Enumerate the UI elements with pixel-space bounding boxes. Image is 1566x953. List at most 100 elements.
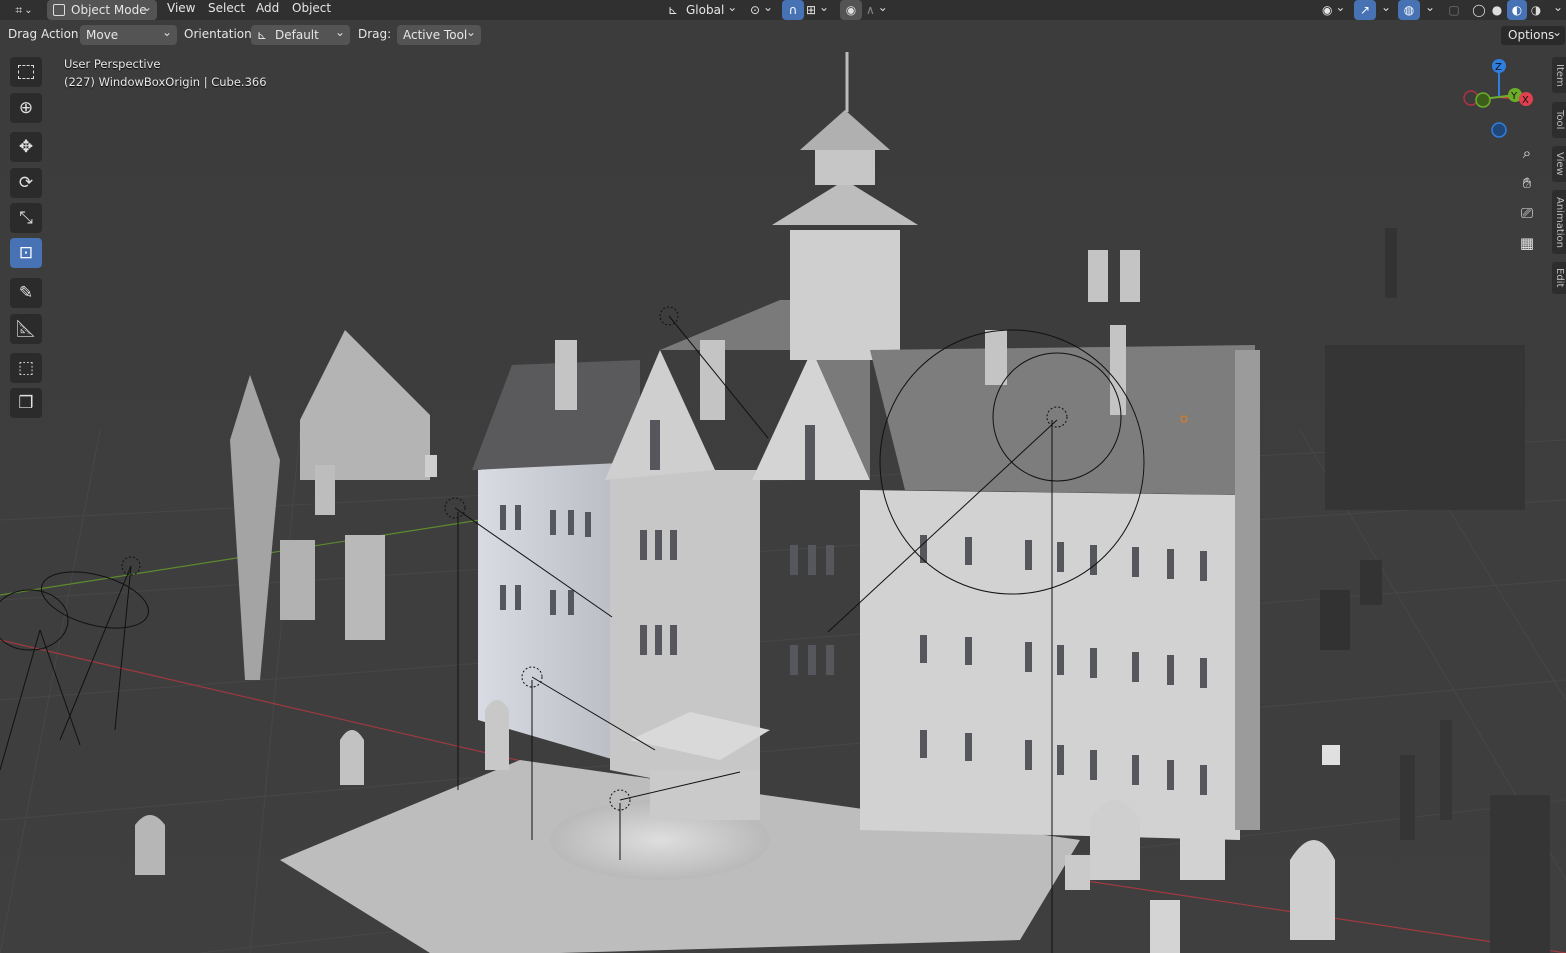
viewport-scene[interactable] xyxy=(0,0,1566,953)
scale-icon: ⤡ xyxy=(19,208,33,228)
porch-steps xyxy=(650,770,760,820)
select-box-icon xyxy=(18,65,34,79)
perspective-toggle-button[interactable]: ▦ xyxy=(1514,230,1540,256)
tool-cursor[interactable]: ⊕ xyxy=(10,93,42,123)
gizmo-y-label: Y xyxy=(1510,91,1518,102)
overlays-icon: ◍ xyxy=(1403,3,1415,17)
proportional-edit-icon: ◉ xyxy=(845,3,857,17)
orientation-value: Default xyxy=(275,28,319,42)
camera-view-button[interactable]: ⎚ xyxy=(1514,200,1540,226)
overlays-dropdown[interactable] xyxy=(1418,0,1438,20)
tool-annotate[interactable]: ✎ xyxy=(10,278,42,308)
add-cube-icon: ⬚ xyxy=(17,358,35,378)
zoom-button[interactable]: ⌕ xyxy=(1514,140,1540,166)
falloff-dropdown[interactable]: ∧ xyxy=(862,0,891,20)
tool-transform[interactable]: ⊡ xyxy=(10,238,42,268)
gizmo-dropdown[interactable] xyxy=(1374,0,1394,20)
active-object-info: (227) WindowBoxOrigin | Cube.366 xyxy=(64,75,267,89)
object-mode-icon xyxy=(53,4,65,16)
drag-action-label: Drag Action: xyxy=(8,27,83,41)
orientation-label: Orientation: xyxy=(184,27,256,41)
menu-add[interactable]: Add xyxy=(250,0,285,20)
sidebar-tab-item[interactable]: Item xyxy=(1552,57,1566,93)
main-wing-roof xyxy=(870,345,1255,495)
mode-dropdown[interactable]: Object Mode xyxy=(47,0,157,20)
tool-options-bar: Drag Action: Move Orientation: ⊾ Default… xyxy=(0,22,1566,47)
sidebar-tab-tool[interactable]: Tool xyxy=(1552,102,1566,138)
wireframe-sphere-icon: ◯ xyxy=(1472,3,1486,17)
shading-wireframe[interactable]: ◯ xyxy=(1470,0,1488,20)
pivot-icon: ⊙ xyxy=(750,3,761,17)
falloff-curve-icon: ∧ xyxy=(866,3,875,17)
solid-sphere-icon: ● xyxy=(1491,3,1503,17)
drag-dropdown[interactable]: Active Tool xyxy=(397,22,481,45)
drag-action-dropdown[interactable]: Move xyxy=(80,22,177,45)
tool-select-box[interactable] xyxy=(10,57,42,87)
perspective-label: User Perspective xyxy=(64,57,161,71)
orientation-dropdown[interactable]: ⊾ Default xyxy=(251,22,350,45)
shading-solid[interactable]: ● xyxy=(1488,0,1506,20)
magnet-icon: ∩ xyxy=(788,3,798,17)
shading-dropdown[interactable] xyxy=(1546,0,1566,20)
gizmo-y-negative[interactable] xyxy=(1475,92,1491,108)
tool-add-object[interactable]: ❒ xyxy=(10,388,42,418)
rotate-icon: ⟳ xyxy=(18,173,34,193)
orientation-axes-icon: ⊾ xyxy=(668,3,679,17)
tool-scale[interactable]: ⤡ xyxy=(10,203,42,233)
proportional-edit-toggle[interactable]: ◉ xyxy=(840,0,862,20)
xray-toggle[interactable]: ▢ xyxy=(1443,0,1465,20)
snap-toggle[interactable]: ∩ xyxy=(782,0,804,20)
shading-rendered[interactable]: ◑ xyxy=(1527,0,1545,20)
options-label: Options xyxy=(1508,28,1555,42)
tower-body xyxy=(790,230,900,360)
xray-icon: ▢ xyxy=(1448,3,1460,17)
gizmo-toggle[interactable]: ↗ xyxy=(1354,0,1376,20)
cursor-icon: ⊕ xyxy=(18,98,34,118)
tool-move[interactable]: ✥ xyxy=(10,132,42,162)
tool-add-cube[interactable]: ⬚ xyxy=(10,353,42,383)
tool-measure[interactable]: 📐︎ xyxy=(10,314,42,344)
main-wing-wall xyxy=(860,490,1240,840)
main-wing-side xyxy=(1235,350,1260,830)
move-icon: ✥ xyxy=(18,137,34,157)
overlays-toggle[interactable]: ◍ xyxy=(1398,0,1420,20)
navigation-gizmo[interactable]: Z Y X xyxy=(1455,55,1545,145)
transform-icon: ⊡ xyxy=(18,243,34,263)
sidebar-tab-edit[interactable]: Edit xyxy=(1552,262,1566,294)
add-object-icon: ❒ xyxy=(18,393,34,413)
gizmo-z-negative[interactable] xyxy=(1491,122,1507,138)
shading-material[interactable]: ◐ xyxy=(1507,0,1527,20)
annotate-pencil-icon: ✎ xyxy=(18,283,34,303)
mode-label: Object Mode xyxy=(71,3,147,17)
snap-target-icon: ⊞ xyxy=(806,3,817,17)
chevron-down-icon: ⌄ xyxy=(24,4,33,16)
drag-value: Active Tool xyxy=(403,28,468,42)
drag-action-value: Move xyxy=(86,28,119,42)
material-sphere-icon: ◐ xyxy=(1511,3,1523,17)
transform-orientation-dropdown[interactable]: ⊾ Global xyxy=(666,0,740,20)
menu-object[interactable]: Object xyxy=(286,0,337,20)
pan-button[interactable]: ✋︎ xyxy=(1514,170,1540,196)
rendered-sphere-icon: ◑ xyxy=(1530,3,1542,17)
gizmo-x-label: X xyxy=(1522,95,1529,106)
sidebar-tab-view[interactable]: View xyxy=(1552,146,1566,182)
pivot-point-dropdown[interactable]: ⊙ xyxy=(746,0,776,20)
header-bar: ⌗⌄ Object Mode View Select Add Object ⊾ … xyxy=(0,0,1566,20)
grid-perspective-icon: ▦ xyxy=(1519,234,1535,252)
menu-select[interactable]: Select xyxy=(202,0,251,20)
hand-icon: ✋︎ xyxy=(1522,174,1532,192)
editor-type-button[interactable]: ⌗ ⌄ xyxy=(8,0,40,20)
visibility-dropdown[interactable]: ◉ xyxy=(1318,0,1348,20)
sidebar-tab-animation[interactable]: Animation xyxy=(1552,190,1566,254)
tool-rotate[interactable]: ⟳ xyxy=(10,168,42,198)
snap-target-dropdown[interactable]: ⊞ xyxy=(802,0,832,20)
options-dropdown[interactable]: Options xyxy=(1501,23,1565,45)
measure-ruler-icon: 📐︎ xyxy=(15,319,37,339)
eye-icon: ◉ xyxy=(1322,3,1333,17)
editor-type-icon: ⌗ xyxy=(15,2,23,17)
gizmo-z-label: Z xyxy=(1495,62,1502,73)
drag-label: Drag: xyxy=(358,27,392,41)
camera-icon: ⎚ xyxy=(1520,204,1533,222)
menu-view[interactable]: View xyxy=(161,0,201,20)
transform-orientation-label: Global xyxy=(686,3,725,17)
